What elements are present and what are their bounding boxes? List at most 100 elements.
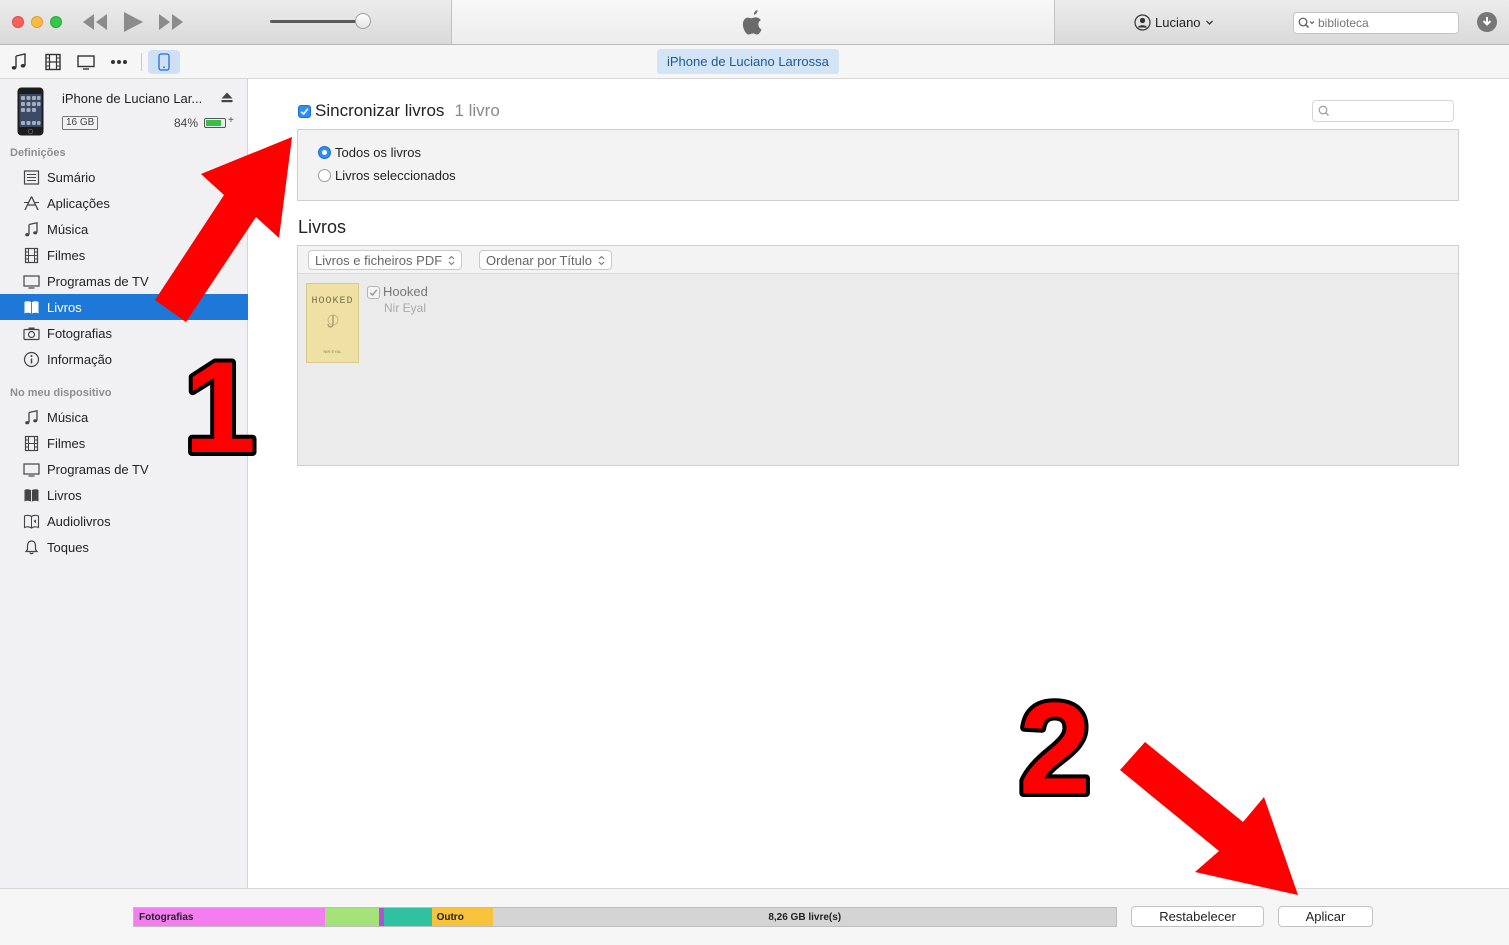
- book-title: Hooked: [383, 284, 428, 299]
- option-all-books[interactable]: Todos os livros: [318, 145, 421, 160]
- books-pane: Sincronizar livros 1 livro Todos os livr…: [249, 79, 1507, 888]
- downloads-button[interactable]: [1477, 12, 1497, 32]
- media-toolbar: iPhone de Luciano Larrossa: [0, 45, 1509, 79]
- capacity-segment: Outro: [431, 908, 494, 926]
- account-name: Luciano: [1155, 14, 1201, 30]
- checkmark-icon: [300, 107, 309, 115]
- sync-books-count: 1 livro: [454, 101, 500, 120]
- sidebar-settings-item-5[interactable]: Livros: [0, 294, 248, 320]
- sidebar-device-item-label: Toques: [47, 539, 89, 555]
- books-search[interactable]: [1312, 100, 1454, 122]
- battery-icon: [204, 118, 226, 128]
- sidebar-settings-item-label: Fotografias: [47, 325, 113, 341]
- sidebar-device-item-4[interactable]: Audiolivros: [0, 508, 248, 534]
- sidebar-device-item-label: Música: [47, 409, 89, 425]
- volume-slider[interactable]: [270, 20, 366, 23]
- library-search-input[interactable]: [1318, 16, 1448, 30]
- sidebar-settings-item-6[interactable]: Fotografias: [0, 320, 248, 346]
- sidebar-device-item-0[interactable]: Música: [0, 404, 248, 430]
- zoom-window-button[interactable]: [50, 16, 62, 28]
- hook-illustration-icon: [327, 314, 339, 328]
- sidebar-settings-item-3[interactable]: Filmes: [0, 242, 248, 268]
- summary-icon: [23, 169, 40, 186]
- device-tab[interactable]: iPhone de Luciano Larrossa: [657, 49, 839, 74]
- capacity-segment: [384, 908, 432, 926]
- device-name: iPhone de Luciano Lar...: [62, 91, 203, 106]
- capacity-bar[interactable]: Fotografias Outro 8,26 GB livre(s): [133, 907, 1117, 927]
- books-sort-value: Ordenar por Título: [486, 252, 592, 268]
- option-selected-books-label: Livros seleccionados: [335, 168, 456, 183]
- book-cover-hooked[interactable]: HOOKED NIR EYAL: [306, 283, 359, 363]
- books-sort-select[interactable]: Ordenar por Título: [479, 250, 612, 270]
- battery-percent: 84%: [174, 116, 199, 130]
- minimize-window-button[interactable]: [31, 16, 43, 28]
- sidebar-settings-item-label: Aplicações: [47, 195, 110, 211]
- user-icon: [1134, 13, 1151, 31]
- film-icon: [45, 53, 61, 71]
- books-filter-select[interactable]: Livros e ficheiros PDF: [308, 250, 463, 270]
- volume-slider-knob[interactable]: [355, 13, 371, 29]
- film-icon: [23, 435, 40, 452]
- close-window-button[interactable]: [12, 16, 24, 28]
- select-arrows-icon: [598, 255, 605, 265]
- sync-options-box: Todos os livros Livros seleccionados: [297, 129, 1459, 201]
- play-button[interactable]: [118, 10, 148, 34]
- apply-button[interactable]: Aplicar: [1278, 906, 1373, 927]
- device-header[interactable]: iPhone de Luciano Lar... 16 GB 84% +: [0, 79, 248, 143]
- toolbar-tv-button[interactable]: [76, 52, 96, 72]
- sidebar-device-item-2[interactable]: Programas de TV: [0, 456, 248, 482]
- capacity-badge: 16 GB: [62, 116, 99, 130]
- fast-forward-button[interactable]: [156, 10, 186, 34]
- toolbar-more-button[interactable]: [109, 52, 129, 72]
- search-icon: [1318, 105, 1329, 116]
- device-section-label: No meu dispositivo: [10, 387, 112, 399]
- book-author: Nir Eyal: [384, 301, 427, 315]
- bell-icon: [23, 539, 40, 556]
- sync-books-row[interactable]: Sincronizar livros 1 livro: [298, 101, 500, 121]
- sidebar-device-item-5[interactable]: Toques: [0, 534, 248, 560]
- select-arrows-icon: [448, 255, 455, 265]
- sidebar-settings-item-4[interactable]: Programas de TV: [0, 268, 248, 294]
- eject-icon[interactable]: [221, 92, 233, 103]
- toolbar-divider: [141, 53, 142, 71]
- sync-books-checkbox[interactable]: [298, 104, 311, 118]
- iphone-thumbnail-icon: [17, 87, 44, 136]
- sidebar-device-item-label: Filmes: [47, 435, 86, 451]
- battery-level: [206, 120, 222, 126]
- revert-button[interactable]: Restabelecer: [1131, 906, 1264, 927]
- book-checkbox-hooked[interactable]: [367, 286, 380, 299]
- sidebar-device-item-label: Livros: [47, 487, 82, 503]
- status-display: [451, 0, 1055, 44]
- play-icon: [124, 12, 143, 32]
- search-icon: [1298, 17, 1315, 28]
- apps-icon: [23, 195, 40, 212]
- radio-all-books[interactable]: [318, 146, 331, 159]
- sidebar-settings-item-2[interactable]: Música: [0, 216, 248, 242]
- tv-icon: [77, 55, 95, 70]
- info-icon: [23, 351, 40, 368]
- capacity-free-segment: 8,26 GB livre(s): [493, 908, 1116, 926]
- camera-icon: [23, 325, 40, 342]
- music-note-icon: [23, 409, 40, 426]
- capacity-segment: Fotografias: [134, 908, 326, 926]
- sidebar-device-item-3[interactable]: Livros: [0, 482, 248, 508]
- sync-books-label: Sincronizar livros: [315, 101, 445, 120]
- radio-selected-books[interactable]: [318, 169, 331, 182]
- capacity-segment: [325, 908, 380, 926]
- library-search[interactable]: [1293, 12, 1459, 34]
- sidebar-settings-item-label: Filmes: [47, 247, 86, 263]
- sidebar-settings-item-7[interactable]: Informação: [0, 346, 248, 372]
- toolbar-movies-button[interactable]: [43, 52, 63, 72]
- books-filter-value: Livros e ficheiros PDF: [315, 252, 443, 268]
- sidebar-device-item-1[interactable]: Filmes: [0, 430, 248, 456]
- sidebar-settings-item-0[interactable]: Sumário: [0, 164, 248, 190]
- charging-icon: +: [228, 115, 234, 126]
- option-selected-books[interactable]: Livros seleccionados: [318, 168, 456, 183]
- account-menu[interactable]: Luciano: [1134, 13, 1214, 31]
- sidebar-settings-item-1[interactable]: Aplicações: [0, 190, 248, 216]
- toolbar-device-button[interactable]: [148, 50, 180, 74]
- sidebar-device-item-label: Programas de TV: [47, 461, 149, 477]
- sidebar-settings-item-label: Sumário: [47, 169, 96, 185]
- rewind-button[interactable]: [80, 10, 110, 34]
- toolbar-music-button[interactable]: [9, 52, 29, 72]
